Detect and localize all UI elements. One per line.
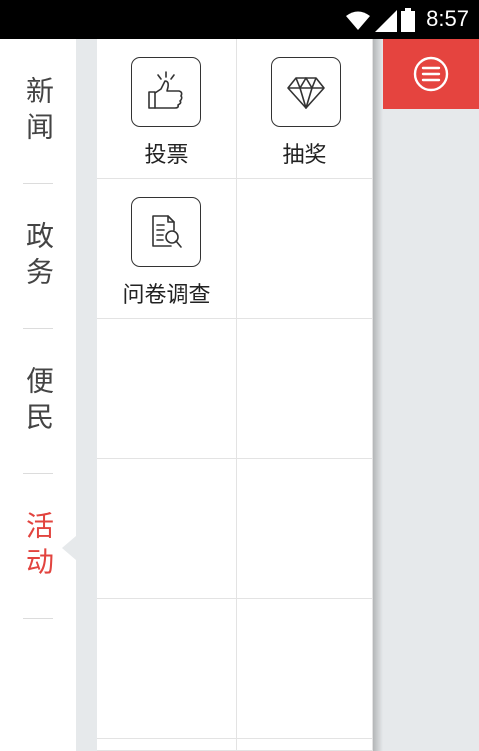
tile-label: 问卷调查 xyxy=(122,283,211,308)
status-time: 8:57 xyxy=(426,6,469,31)
tile-survey[interactable]: 问卷调查 xyxy=(97,179,237,319)
activity-grid: 投票 抽奖 问卷调查 xyxy=(97,39,373,751)
empty-cell xyxy=(97,459,237,599)
thumbs-up-icon xyxy=(131,57,201,127)
empty-cell xyxy=(237,459,373,599)
empty-cell xyxy=(237,319,373,459)
nav-item-government[interactable]: 政务 xyxy=(0,184,76,329)
status-icons xyxy=(345,8,415,32)
empty-cell xyxy=(97,739,237,751)
status-bar: 8:57 xyxy=(0,0,479,39)
nav-item-label: 政务 xyxy=(22,220,55,293)
tile-vote[interactable]: 投票 xyxy=(97,39,237,179)
tile-label: 投票 xyxy=(144,143,189,168)
nav-divider xyxy=(23,618,53,619)
nav-item-label: 新闻 xyxy=(22,75,55,148)
survey-search-icon xyxy=(131,197,201,267)
wifi-icon xyxy=(346,11,370,30)
nav-item-label: 便民 xyxy=(22,365,55,438)
active-indicator-arrow xyxy=(62,536,76,560)
diamond-icon xyxy=(271,57,341,127)
empty-cell xyxy=(97,319,237,459)
empty-cell xyxy=(97,599,237,739)
menu-icon xyxy=(413,56,449,92)
menu-toggle-button[interactable] xyxy=(383,39,479,109)
tile-label: 抽奖 xyxy=(282,143,327,168)
battery-icon xyxy=(401,8,415,32)
nav-item-label: 活动 xyxy=(22,510,55,583)
empty-cell xyxy=(237,599,373,739)
nav-item-services[interactable]: 便民 xyxy=(0,329,76,474)
left-nav: 新闻 政务 便民 活动 xyxy=(0,39,76,751)
empty-cell xyxy=(237,179,373,319)
nav-item-news[interactable]: 新闻 xyxy=(0,39,76,184)
tile-lottery[interactable]: 抽奖 xyxy=(237,39,373,179)
empty-cell xyxy=(237,739,373,751)
drawer-shadow xyxy=(373,39,383,751)
signal-icon xyxy=(375,10,397,32)
